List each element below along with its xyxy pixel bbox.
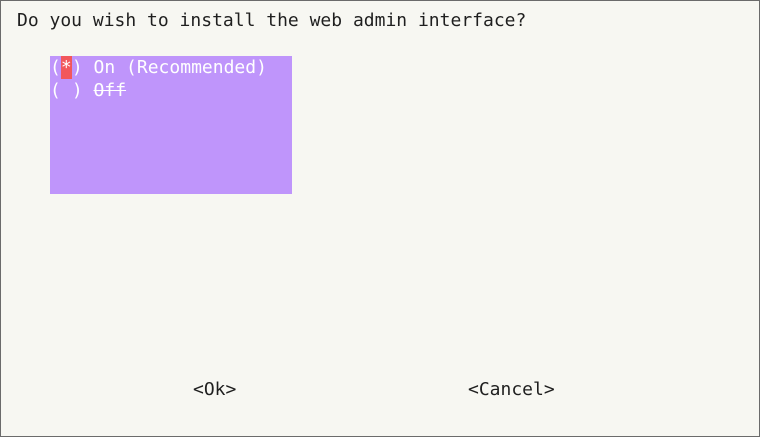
option-on-label: On (Recommended)	[93, 57, 267, 78]
radio-selected-mark[interactable]: *	[60, 56, 72, 79]
dialog-question: Do you wish to install the web admin int…	[17, 10, 527, 31]
ok-button[interactable]: <Ok>	[193, 378, 236, 402]
radio-close-paren: )	[71, 57, 83, 78]
cancel-button[interactable]: <Cancel>	[468, 378, 555, 402]
radio-list[interactable]: (*) On (Recommended) ( ) Off	[50, 56, 292, 194]
option-on[interactable]: (*) On (Recommended)	[50, 56, 267, 79]
option-off-label: Off	[93, 80, 127, 101]
option-off[interactable]: ( ) Off	[50, 79, 126, 102]
radio-close-paren: )	[71, 80, 83, 101]
radio-open-paren: (	[50, 57, 61, 78]
radio-unselected-mark[interactable]	[61, 79, 72, 102]
radio-open-paren: (	[50, 80, 61, 101]
